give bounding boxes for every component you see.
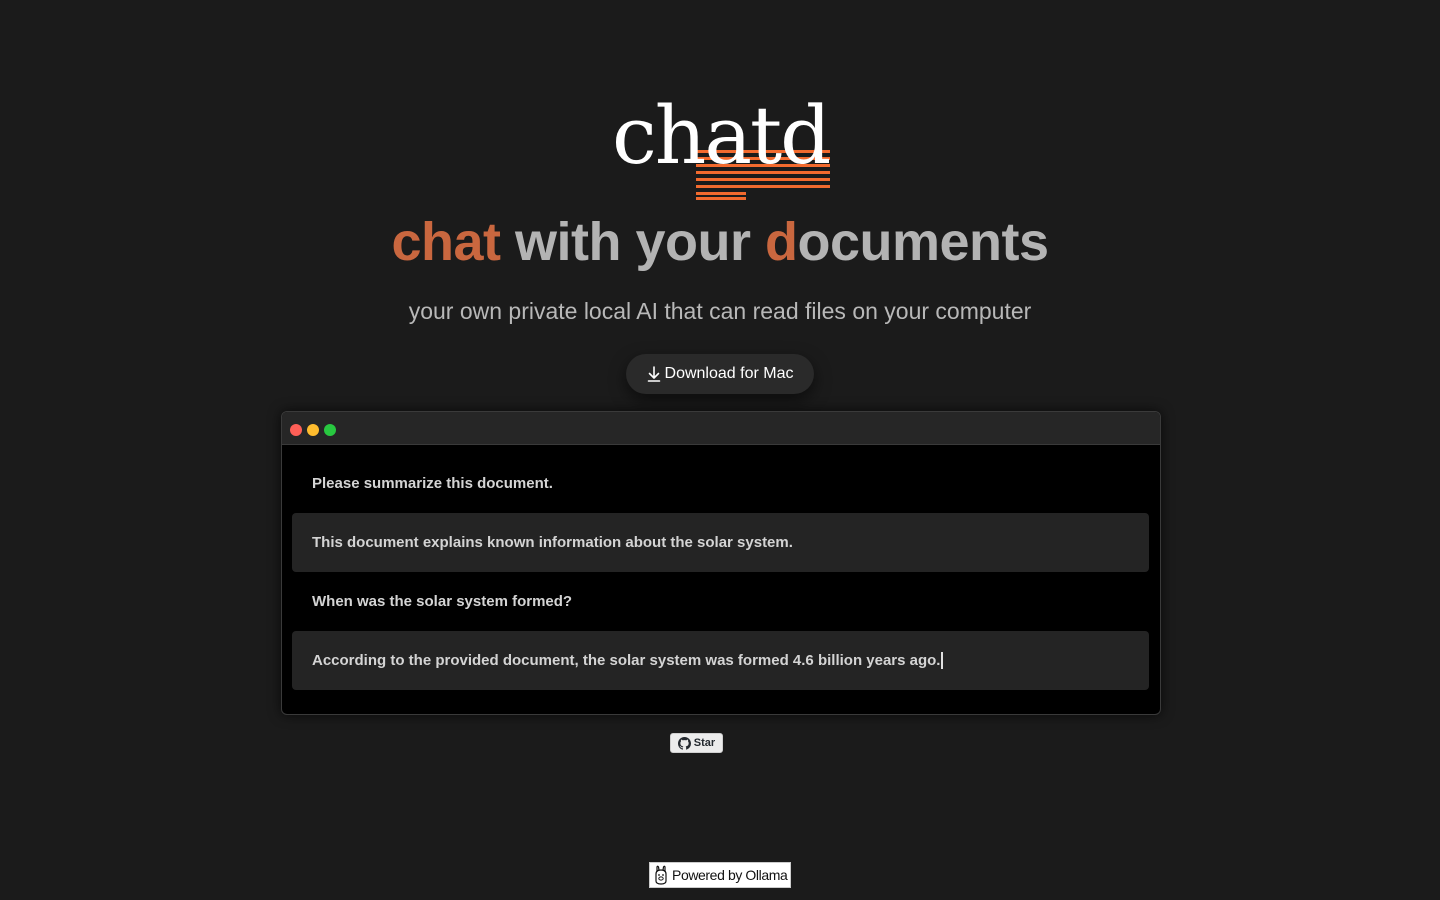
- minimize-window-dot[interactable]: [307, 424, 319, 436]
- chat-message-assistant: This document explains known information…: [292, 513, 1149, 572]
- hero-headline: chat with your documents: [0, 210, 1440, 275]
- headline-d: d: [764, 212, 798, 272]
- download-for-mac-button[interactable]: Download for Mac: [626, 354, 814, 394]
- download-label: Download for Mac: [664, 365, 794, 382]
- headline-chat: chat: [391, 212, 501, 272]
- message-text: When was the solar system formed?: [312, 593, 573, 610]
- star-label: Star: [693, 737, 716, 749]
- hero-subtitle: your own private local AI that can read …: [408, 298, 1032, 324]
- ollama-llama-icon: [655, 865, 667, 885]
- window-titlebar: [282, 412, 1160, 445]
- download-icon: [647, 366, 660, 382]
- demo-chat-window: Please summarize this document. This doc…: [281, 411, 1161, 715]
- typing-cursor: [941, 652, 944, 669]
- chat-message-user: Please summarize this document.: [292, 454, 1149, 513]
- landing-page: chatd chat with your documents your own …: [0, 0, 1440, 900]
- logo-text: chatd: [612, 89, 831, 182]
- close-window-dot[interactable]: [290, 424, 302, 436]
- chat-message-assistant: According to the provided document, the …: [292, 631, 1149, 690]
- message-text: Please summarize this document.: [312, 475, 553, 492]
- powered-by-ollama-badge[interactable]: Powered by Ollama: [649, 862, 791, 888]
- headline-middle: with your: [500, 212, 765, 272]
- github-star-button[interactable]: Star: [670, 733, 723, 753]
- badge-label: Powered by Ollama: [672, 867, 788, 883]
- chatd-logo: chatd: [610, 96, 834, 206]
- message-text: According to the provided document, the …: [312, 652, 941, 669]
- chat-message-user: When was the solar system formed?: [292, 572, 1149, 631]
- github-icon: [677, 736, 691, 750]
- headline-end: ocuments: [797, 212, 1049, 272]
- message-text: This document explains known information…: [312, 534, 793, 551]
- maximize-window-dot[interactable]: [324, 424, 336, 436]
